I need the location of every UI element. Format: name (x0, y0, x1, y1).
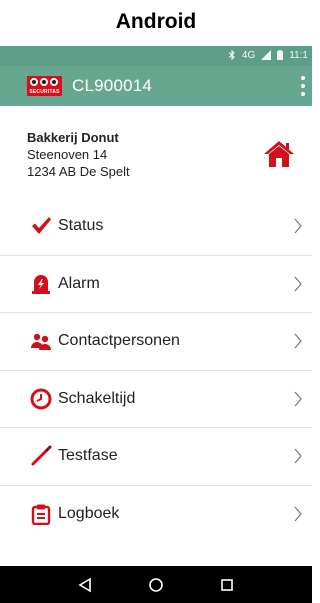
chevron-right-icon (293, 333, 303, 349)
location-postal-city: 1234 AB De Spelt (27, 164, 130, 179)
chevron-right-icon (293, 218, 303, 234)
status-bar: 4G 11:1 (0, 46, 312, 66)
clipboard-icon (30, 503, 52, 526)
menu-item-label: Schakeltijd (58, 389, 136, 407)
menu-item-label: Testfase (58, 447, 118, 465)
chevron-right-icon (293, 391, 303, 407)
menu-item-contactpersonen[interactable]: Contactpersonen (0, 313, 312, 371)
phone-screen: 4G 11:1 SECURITAS CL900014 Bakkerij Donu… (0, 46, 312, 603)
wand-icon (30, 445, 52, 467)
page-caption: Android (115, 10, 197, 33)
clock-icon (30, 388, 52, 410)
back-icon[interactable] (75, 575, 95, 595)
menu-item-status[interactable]: Status (0, 198, 312, 256)
overflow-menu-icon[interactable] (298, 74, 308, 98)
app-bar-title: CL900014 (72, 76, 153, 95)
alarm-icon (30, 273, 52, 295)
menu-item-label: Status (58, 217, 104, 235)
people-icon (30, 330, 52, 352)
location-address: Bakkerij Donut Steenoven 14 1234 AB De S… (27, 129, 130, 180)
home-circle-icon[interactable] (146, 575, 166, 595)
chevron-right-icon (293, 276, 303, 292)
menu-item-schakeltijd[interactable]: Schakeltijd (0, 371, 312, 428)
recents-icon[interactable] (217, 575, 237, 595)
menu-item-testfase[interactable]: Testfase (0, 428, 312, 486)
bluetooth-icon (228, 49, 236, 63)
app-bar: SECURITAS CL900014 (0, 66, 312, 106)
checkmark-icon (30, 215, 52, 237)
menu-item-label: Alarm (58, 274, 100, 292)
logo-wordmark: SECURITAS (29, 89, 60, 95)
menu-item-label: Contactpersonen (58, 332, 180, 350)
menu-item-logboek[interactable]: Logboek (0, 486, 312, 544)
main-menu: Status Alarm Contactpersonen Schakeltijd… (0, 198, 312, 543)
clock-time: 11:1 (289, 50, 308, 61)
signal-icon (261, 49, 272, 63)
menu-item-label: Logboek (58, 505, 120, 523)
chevron-right-icon (293, 506, 303, 522)
location-name: Bakkerij Donut (27, 130, 119, 145)
securitas-logo: SECURITAS (27, 76, 62, 96)
location-street: Steenoven 14 (27, 147, 108, 162)
battery-icon (277, 49, 284, 63)
home-icon (263, 139, 295, 169)
network-label: 4G (241, 50, 256, 61)
system-nav-bar (0, 566, 312, 603)
chevron-right-icon (293, 448, 303, 464)
menu-item-alarm[interactable]: Alarm (0, 256, 312, 313)
